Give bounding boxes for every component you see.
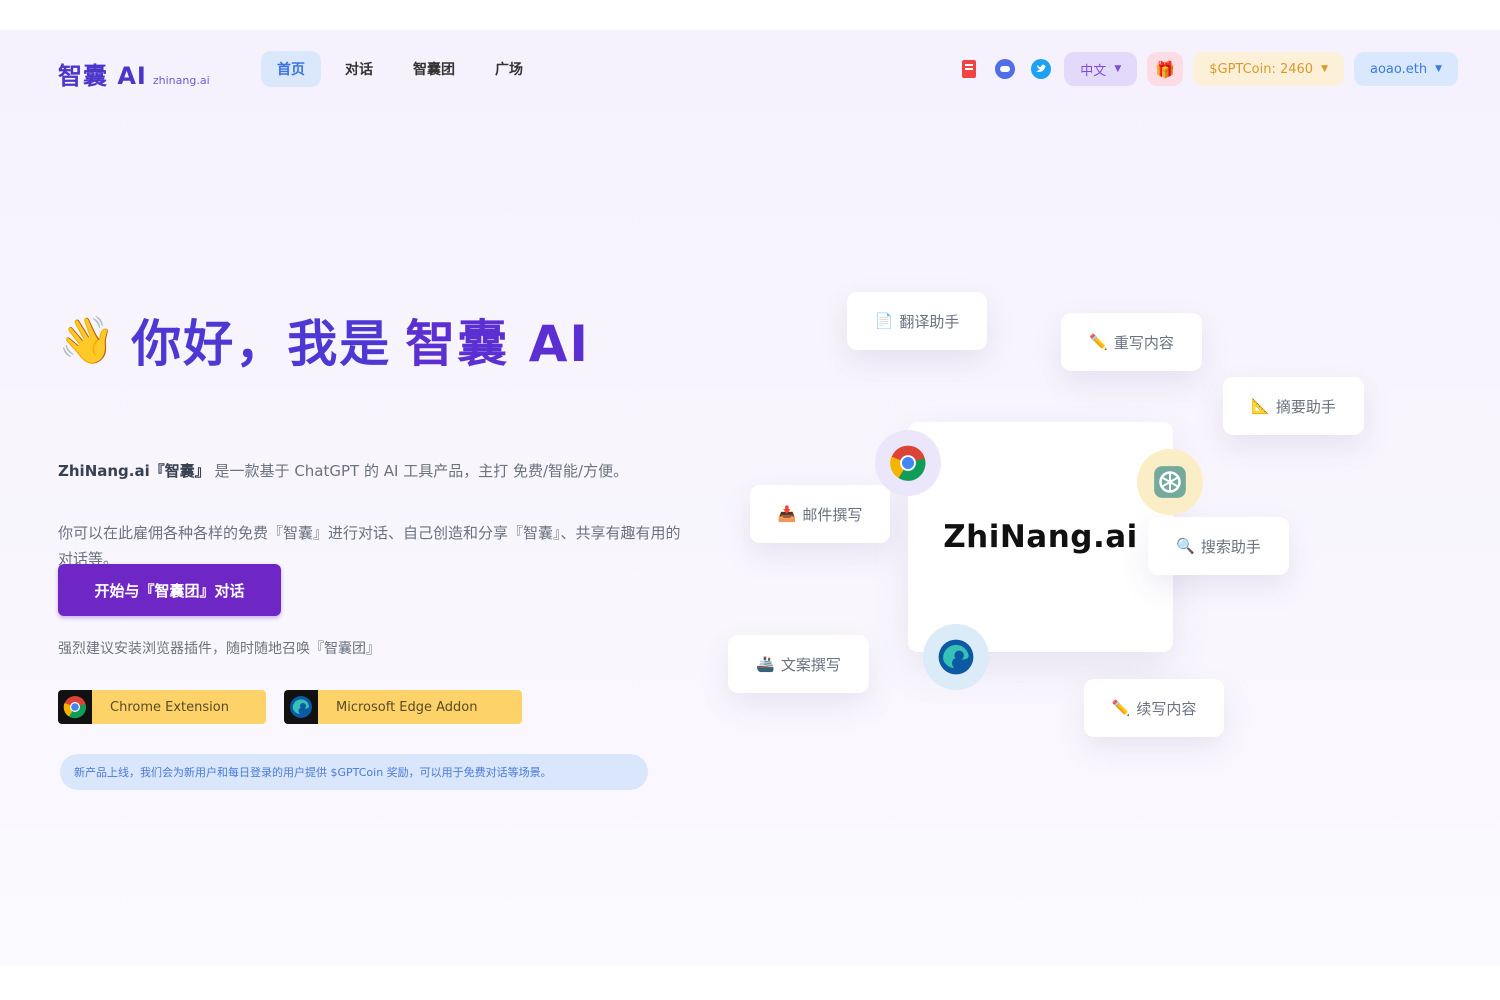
inbox-icon: 📥 [777, 505, 797, 523]
magnifier-icon: 🔍 [1176, 537, 1195, 555]
user-name: aoao.eth [1370, 61, 1428, 77]
chip-label: 续写内容 [1136, 699, 1197, 718]
chip-continue: ✏️ 续写内容 [1084, 679, 1224, 737]
notebook-icon[interactable] [956, 56, 982, 82]
chrome-extension-label: Chrome Extension [110, 699, 229, 715]
brand-card: ZhiNang.ai [908, 422, 1173, 652]
chip-label: 翻译助手 [899, 312, 960, 331]
chat-bubble-icon[interactable] [992, 56, 1018, 82]
coin-balance-button[interactable]: $GPTCoin: 2460 ▼ [1193, 52, 1344, 86]
edge-addon-button[interactable]: Microsoft Edge Addon [284, 690, 522, 724]
gift-icon[interactable]: 🎁 [1147, 52, 1184, 86]
chrome-icon [875, 430, 941, 496]
edge-icon [284, 690, 318, 724]
edge-icon [923, 624, 989, 690]
ruler-icon: 📐 [1251, 397, 1270, 415]
chrome-extension-button[interactable]: Chrome Extension [58, 690, 266, 724]
chip-summary: 📐 摘要助手 [1223, 377, 1364, 435]
caret-down-icon: ▼ [1435, 64, 1442, 74]
language-label: 中文 [1080, 63, 1107, 79]
brand-card-title: ZhiNang.ai [943, 519, 1138, 555]
chrome-icon [58, 690, 92, 724]
pencil-icon: ✏️ [1089, 333, 1108, 351]
chip-label: 摘要助手 [1275, 397, 1336, 416]
tab-think-tank[interactable]: 智囊团 [397, 51, 471, 87]
chip-label: 重写内容 [1113, 333, 1174, 352]
chip-copywriting: 🚢 文案撰写 [728, 635, 869, 693]
logo-subtitle: zhinang.ai [152, 74, 210, 87]
caret-down-icon: ▼ [1114, 64, 1122, 74]
chip-label: 文案撰写 [780, 655, 841, 674]
user-menu-button[interactable]: aoao.eth ▼ [1354, 52, 1458, 86]
ship-icon: 🚢 [756, 655, 775, 673]
document-icon: 📄 [874, 312, 894, 330]
hero-description-1: ZhiNang.ai『智囊』 是一款基于 ChatGPT 的 AI 工具产品，主… [58, 458, 688, 484]
tab-home[interactable]: 首页 [261, 51, 321, 87]
wave-icon: 👋 [58, 312, 118, 367]
chip-search: 🔍 搜索助手 [1148, 517, 1289, 575]
logo-title: 智囊 AI [58, 62, 147, 90]
hero-title: 👋 你好，我是 智囊 AI [58, 304, 590, 376]
navbar: 智囊 AI zhinang.ai 首页 对话 智囊团 广场 中文 ▼ 🎁 $GP… [0, 30, 1500, 110]
tab-chat[interactable]: 对话 [329, 51, 389, 87]
brand-strong: ZhiNang.ai『智囊』 [58, 462, 210, 480]
coin-notice: 新产品上线，我们会为新用户和每日登录的用户提供 $GPTCoin 奖励，可以用于… [60, 754, 648, 790]
chip-translate: 📄 翻译助手 [847, 292, 987, 350]
description-text: 是一款基于 ChatGPT 的 AI 工具产品，主打 免费/智能/方便。 [214, 462, 629, 480]
chip-label: 邮件撰写 [802, 505, 863, 524]
coin-balance-label: $GPTCoin: 2460 [1209, 61, 1314, 77]
language-select[interactable]: 中文 ▼ [1064, 52, 1138, 86]
start-chat-button[interactable]: 开始与『智囊团』对话 [58, 564, 281, 616]
pencil-icon: ✏️ [1111, 699, 1131, 717]
nav-right: 中文 ▼ 🎁 $GPTCoin: 2460 ▼ aoao.eth ▼ [956, 52, 1458, 86]
chip-rewrite: ✏️ 重写内容 [1061, 313, 1202, 371]
logo[interactable]: 智囊 AI zhinang.ai [58, 56, 210, 91]
chip-label: 搜索助手 [1200, 537, 1261, 556]
edge-addon-label: Microsoft Edge Addon [336, 699, 478, 715]
page: 智囊 AI zhinang.ai 首页 对话 智囊团 广场 中文 ▼ 🎁 $GP… [0, 30, 1500, 965]
nav-tabs: 首页 对话 智囊团 广场 [261, 51, 539, 87]
hero-title-name: 智囊 AI [405, 315, 590, 373]
openai-icon [1137, 449, 1203, 515]
extension-hint: 强烈建议安装浏览器插件，随时随地召唤『智囊团』 [58, 641, 380, 657]
tab-square[interactable]: 广场 [479, 51, 539, 87]
twitter-icon[interactable] [1028, 56, 1054, 82]
hero-title-prefix: 你好，我是 [131, 315, 392, 373]
chip-email: 📥 邮件撰写 [750, 485, 890, 543]
caret-down-icon: ▼ [1321, 64, 1328, 74]
